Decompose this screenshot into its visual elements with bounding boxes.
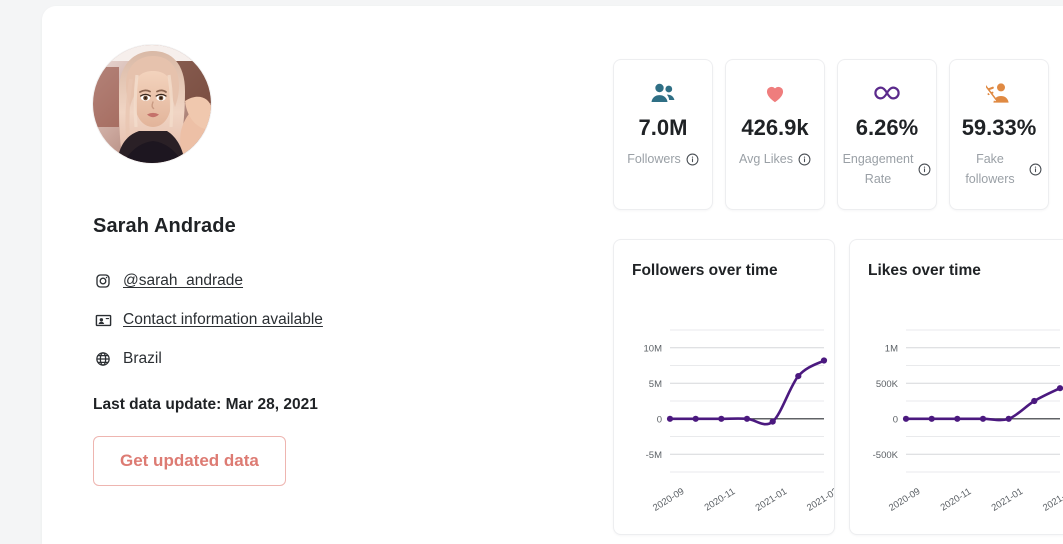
stat-card-fake-followers[interactable]: 59.33% Fake followers	[949, 59, 1049, 210]
country-label: Brazil	[123, 350, 162, 367]
infinity-icon	[872, 78, 902, 108]
contact-info-link[interactable]: Contact information available	[123, 311, 323, 329]
svg-text:2021-01: 2021-01	[754, 486, 789, 514]
likes-over-time-chart: 1M 500K 0 -500K 2020-09 2020-11 2021-01 2021-03	[873, 329, 1063, 514]
instagram-icon	[93, 271, 113, 291]
stat-card-avg-likes[interactable]: 426.9k Avg Likes	[725, 59, 825, 210]
profile-handle-row[interactable]: @sarah_andrade	[93, 268, 553, 294]
data-point	[795, 373, 802, 380]
stat-label: Fake followers	[965, 152, 1015, 186]
profile-meta-list: @sarah_andrade Contact information avail…	[93, 268, 553, 372]
stat-value: 59.33%	[961, 115, 1037, 140]
svg-text:2020-09: 2020-09	[887, 486, 922, 514]
profile-handle-link[interactable]: @sarah_andrade	[123, 272, 243, 290]
data-point	[718, 415, 725, 422]
stats-row: 7.0M Followers 426.9k Avg Likes 6.26% En…	[613, 59, 1049, 210]
data-point	[743, 415, 751, 422]
globe-icon	[93, 349, 113, 369]
chart-title: Followers over time	[632, 262, 778, 279]
x-tick-label: 2020-11	[703, 486, 738, 513]
x-tick-label: 2021-03	[1041, 486, 1063, 514]
y-tick-label: 500K	[876, 379, 899, 390]
data-point	[769, 418, 776, 425]
followers-over-time-chart: 10M 5M 0 -5M 2020-09 2020-11 2021-01 2021-03	[644, 329, 835, 514]
profile-photo	[93, 45, 211, 163]
stat-label-row: Avg Likes	[733, 149, 817, 169]
info-icon[interactable]	[798, 153, 811, 166]
series-line	[668, 359, 826, 426]
stat-label: Avg Likes	[739, 152, 793, 166]
info-icon[interactable]	[918, 163, 931, 176]
chart-title: Likes over time	[868, 262, 981, 279]
stat-label-row: Engagement Rate	[837, 149, 938, 189]
page-root: Sarah Andrade @sarah_andrade Contact inf…	[0, 0, 1063, 544]
x-tick-label: 2020-09	[651, 486, 686, 514]
svg-text:2020-09: 2020-09	[651, 486, 686, 514]
heart-icon	[762, 78, 788, 108]
data-point	[928, 415, 935, 422]
data-point	[1031, 397, 1038, 405]
get-updated-data-button[interactable]: Get updated data	[93, 436, 286, 486]
contact-info-row[interactable]: Contact information available	[93, 307, 553, 333]
last-data-update: Last data update: Mar 28, 2021	[93, 396, 318, 413]
stat-card-followers[interactable]: 7.0M Followers	[613, 59, 713, 210]
svg-text:2020-11: 2020-11	[939, 486, 974, 513]
user-off-icon	[986, 78, 1012, 108]
stat-label-row: Fake followers	[950, 149, 1048, 189]
svg-text:2021-01: 2021-01	[990, 486, 1025, 514]
page-title: Sarah Andrade	[93, 215, 236, 237]
x-tick-label: 2021-03	[805, 486, 835, 514]
stat-value: 426.9k	[741, 115, 809, 140]
charts-row: Followers over time 10M 5M 0 -5M 2020-09 2020…	[613, 239, 1063, 535]
x-tick-label: 2020-09	[887, 486, 922, 514]
svg-text:2020-11: 2020-11	[703, 486, 738, 513]
chart-card-likes: Likes over time 1M 500K 0 -500K 2020-09 2020-…	[849, 239, 1063, 535]
data-point	[954, 415, 961, 422]
y-tick-label: 0	[657, 414, 662, 425]
x-tick-label: 2021-01	[990, 486, 1025, 514]
svg-text:2021-03: 2021-03	[805, 486, 835, 514]
svg-text:2021-03: 2021-03	[1041, 486, 1063, 514]
country-row: Brazil	[93, 346, 553, 372]
info-icon[interactable]	[686, 153, 699, 166]
y-tick-label: 10M	[644, 343, 663, 354]
data-point	[979, 415, 987, 422]
y-tick-label: 5M	[649, 379, 662, 390]
stat-label-row: Followers	[621, 149, 705, 169]
data-point	[820, 357, 828, 364]
stat-value: 7.0M	[638, 115, 688, 140]
stat-label: Followers	[627, 152, 681, 166]
chart-card-followers: Followers over time 10M 5M 0 -5M 2020-09 2020…	[613, 239, 835, 535]
info-icon[interactable]	[1029, 163, 1042, 176]
stat-value: 6.26%	[855, 115, 919, 140]
series-line	[904, 386, 1062, 422]
avatar[interactable]	[93, 45, 211, 163]
y-tick-label: 1M	[885, 343, 898, 354]
x-tick-label: 2021-01	[754, 486, 789, 514]
y-tick-label: 0	[893, 414, 898, 425]
data-point	[1056, 385, 1063, 392]
data-point	[1005, 415, 1012, 422]
data-point	[692, 415, 699, 422]
y-tick-label: -5M	[646, 450, 662, 461]
people-icon	[650, 78, 676, 108]
stat-label: Engagement Rate	[842, 152, 914, 186]
x-tick-label: 2020-11	[939, 486, 974, 513]
contact-card-icon	[93, 310, 113, 330]
stat-card-engagement-rate[interactable]: 6.26% Engagement Rate	[837, 59, 937, 210]
data-point	[666, 415, 674, 422]
profile-column: Sarah Andrade @sarah_andrade Contact inf…	[93, 45, 553, 486]
profile-panel: Sarah Andrade @sarah_andrade Contact inf…	[42, 6, 1063, 544]
data-point	[902, 415, 910, 422]
y-tick-label: -500K	[873, 450, 899, 461]
